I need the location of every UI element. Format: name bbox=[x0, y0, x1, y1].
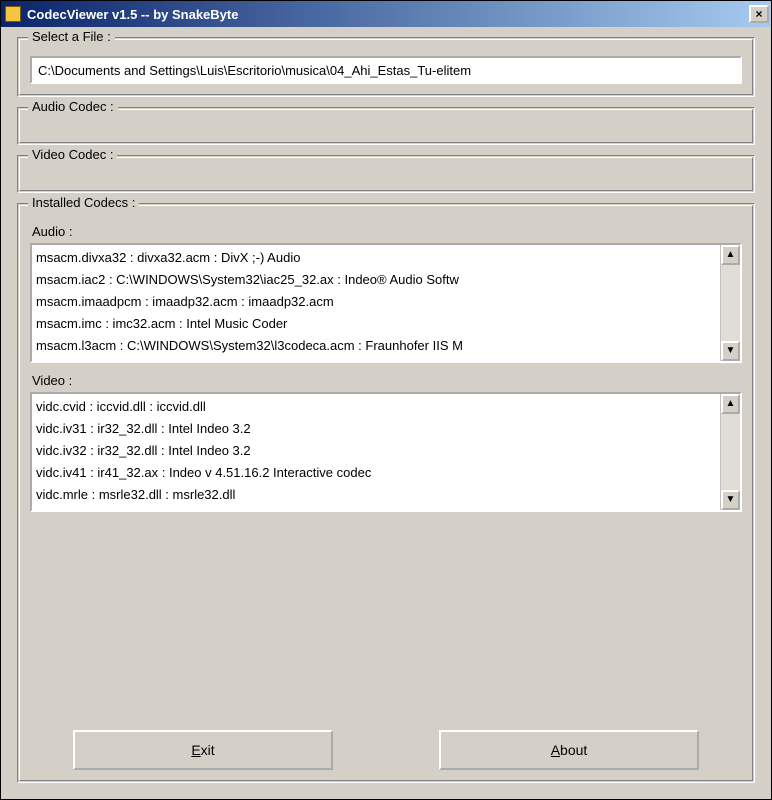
video-codec-legend: Video Codec : bbox=[28, 147, 117, 162]
video-codec-group: Video Codec : bbox=[17, 155, 755, 193]
video-list-label: Video : bbox=[32, 373, 742, 388]
installed-codecs-group: Installed Codecs : Audio : msacm.divxa32… bbox=[17, 203, 755, 783]
installed-codecs-legend: Installed Codecs : bbox=[28, 195, 139, 210]
video-codec-list[interactable]: vidc.cvid : iccvid.dll : iccvid.dllvidc.… bbox=[30, 392, 742, 512]
exit-rest: xit bbox=[201, 742, 215, 758]
about-button[interactable]: About bbox=[439, 730, 699, 770]
exit-accel: E bbox=[191, 742, 200, 758]
about-rest: bout bbox=[560, 742, 587, 758]
list-item[interactable]: vidc.iv32 : ir32_32.dll : Intel Indeo 3.… bbox=[36, 440, 716, 462]
audio-list-content: msacm.divxa32 : divxa32.acm : DivX ;-) A… bbox=[32, 245, 720, 361]
scroll-up-button[interactable]: ▲ bbox=[721, 245, 740, 265]
scroll-down-button[interactable]: ▼ bbox=[721, 490, 740, 510]
audio-section: Audio : msacm.divxa32 : divxa32.acm : Di… bbox=[30, 222, 742, 363]
audio-codec-group: Audio Codec : bbox=[17, 107, 755, 145]
titlebar[interactable]: CodecViewer v1.5 -- by SnakeByte × bbox=[1, 1, 771, 27]
scroll-track[interactable] bbox=[721, 265, 740, 341]
list-item[interactable]: msacm.imc : imc32.acm : Intel Music Code… bbox=[36, 313, 716, 335]
scroll-up-button[interactable]: ▲ bbox=[721, 394, 740, 414]
audio-codec-value bbox=[30, 120, 742, 138]
list-item[interactable]: msacm.l3acm : C:\WINDOWS\System32\l3code… bbox=[36, 335, 716, 357]
window-title: CodecViewer v1.5 -- by SnakeByte bbox=[27, 7, 749, 22]
audio-codec-legend: Audio Codec : bbox=[28, 99, 118, 114]
scroll-down-button[interactable]: ▼ bbox=[721, 341, 740, 361]
app-window: CodecViewer v1.5 -- by SnakeByte × Selec… bbox=[0, 0, 772, 800]
button-row: Exit About bbox=[30, 720, 742, 770]
video-list-content: vidc.cvid : iccvid.dll : iccvid.dllvidc.… bbox=[32, 394, 720, 510]
list-item[interactable]: msacm.imaadpcm : imaadp32.acm : imaadp32… bbox=[36, 291, 716, 313]
video-scrollbar[interactable]: ▲ ▼ bbox=[720, 394, 740, 510]
file-path-input[interactable] bbox=[30, 56, 742, 84]
close-button[interactable]: × bbox=[749, 5, 769, 23]
client-area: Select a File : Audio Codec : Video Code… bbox=[1, 27, 771, 799]
list-item[interactable]: vidc.iv31 : ir32_32.dll : Intel Indeo 3.… bbox=[36, 418, 716, 440]
video-section: Video : vidc.cvid : iccvid.dll : iccvid.… bbox=[30, 371, 742, 512]
about-accel: A bbox=[551, 742, 560, 758]
list-item[interactable]: msacm.iac2 : C:\WINDOWS\System32\iac25_3… bbox=[36, 269, 716, 291]
app-icon bbox=[5, 6, 21, 22]
audio-list-label: Audio : bbox=[32, 224, 742, 239]
list-item[interactable]: vidc.mrle : msrle32.dll : msrle32.dll bbox=[36, 484, 716, 506]
video-codec-value bbox=[30, 168, 742, 186]
list-item[interactable]: msacm.divxa32 : divxa32.acm : DivX ;-) A… bbox=[36, 247, 716, 269]
scroll-track[interactable] bbox=[721, 414, 740, 490]
select-file-legend: Select a File : bbox=[28, 29, 115, 44]
list-item[interactable]: vidc.iv41 : ir41_32.ax : Indeo v 4.51.16… bbox=[36, 462, 716, 484]
select-file-group: Select a File : bbox=[17, 37, 755, 97]
audio-codec-list[interactable]: msacm.divxa32 : divxa32.acm : DivX ;-) A… bbox=[30, 243, 742, 363]
list-item[interactable]: vidc.cvid : iccvid.dll : iccvid.dll bbox=[36, 396, 716, 418]
audio-scrollbar[interactable]: ▲ ▼ bbox=[720, 245, 740, 361]
exit-button[interactable]: Exit bbox=[73, 730, 333, 770]
